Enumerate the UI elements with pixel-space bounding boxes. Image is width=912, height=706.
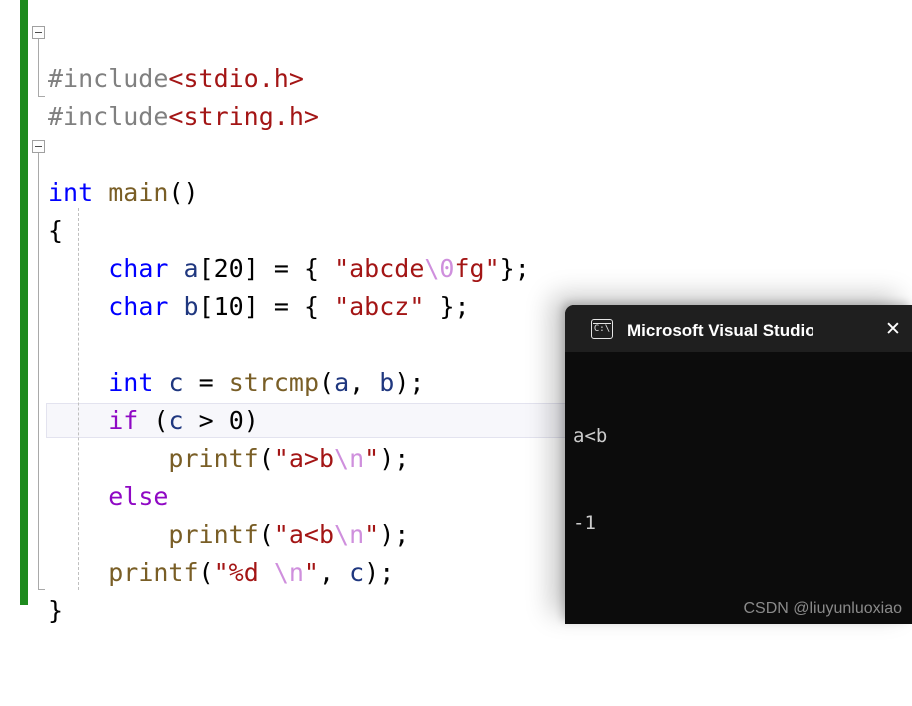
code-line-1: #include<stdio.h> [48, 64, 304, 93]
outline-foot [38, 589, 45, 590]
console-body[interactable]: a<b -1 D:\代码\2024代码\2024cod 按任意键关闭此窗口. .… [565, 352, 912, 624]
outline-foot [38, 96, 45, 97]
console-title-bar[interactable]: C:\ Microsoft Visual Studio 调试控 ✕ [565, 305, 912, 352]
console-output-text: a<b -1 D:\代码\2024代码\2024cod 按任意键关闭此窗口. .… [573, 364, 912, 624]
code-line-11: printf("a>b\n"); [168, 444, 410, 473]
code-line-2: #include<string.h> [48, 102, 319, 131]
code-line-15: } [48, 596, 64, 625]
collapse-toggle-includes[interactable] [32, 26, 45, 39]
code-line-10: if (c > 0) [108, 406, 259, 435]
console-cmd-icon: C:\ [591, 318, 613, 339]
code-text[interactable]: #include<stdio.h> #include<string.h> int … [48, 22, 530, 706]
collapse-toggle-main[interactable] [32, 140, 45, 153]
console-window-title: Microsoft Visual Studio 调试控 [627, 321, 813, 340]
code-line-5: { [48, 216, 64, 245]
csdn-watermark: CSDN @liuyunluoxiao [743, 600, 902, 617]
code-line-6: char a[20] = { "abcde\0fg"}; [108, 254, 530, 283]
close-icon[interactable]: ✕ [876, 305, 910, 352]
outline-connector [38, 39, 39, 96]
debug-console-window[interactable]: C:\ Microsoft Visual Studio 调试控 ✕ a<b -1… [565, 305, 912, 624]
code-line-12: else [108, 482, 169, 511]
code-line-9: int c = strcmp(a, b); [108, 368, 425, 397]
outline-connector [38, 153, 39, 589]
console-line-1: a<b [573, 425, 608, 447]
code-line-13: printf("a<b\n"); [168, 520, 410, 549]
code-line-14: printf("%d \n", c); [108, 558, 395, 587]
code-line-4: int main() [48, 178, 199, 207]
change-indicator-bar [20, 0, 28, 605]
console-line-2: -1 [573, 512, 596, 534]
console-icon-text: C:\ [593, 323, 611, 334]
outlining-column[interactable] [32, 0, 48, 624]
code-line-7: char b[10] = { "abcz" }; [108, 292, 470, 321]
